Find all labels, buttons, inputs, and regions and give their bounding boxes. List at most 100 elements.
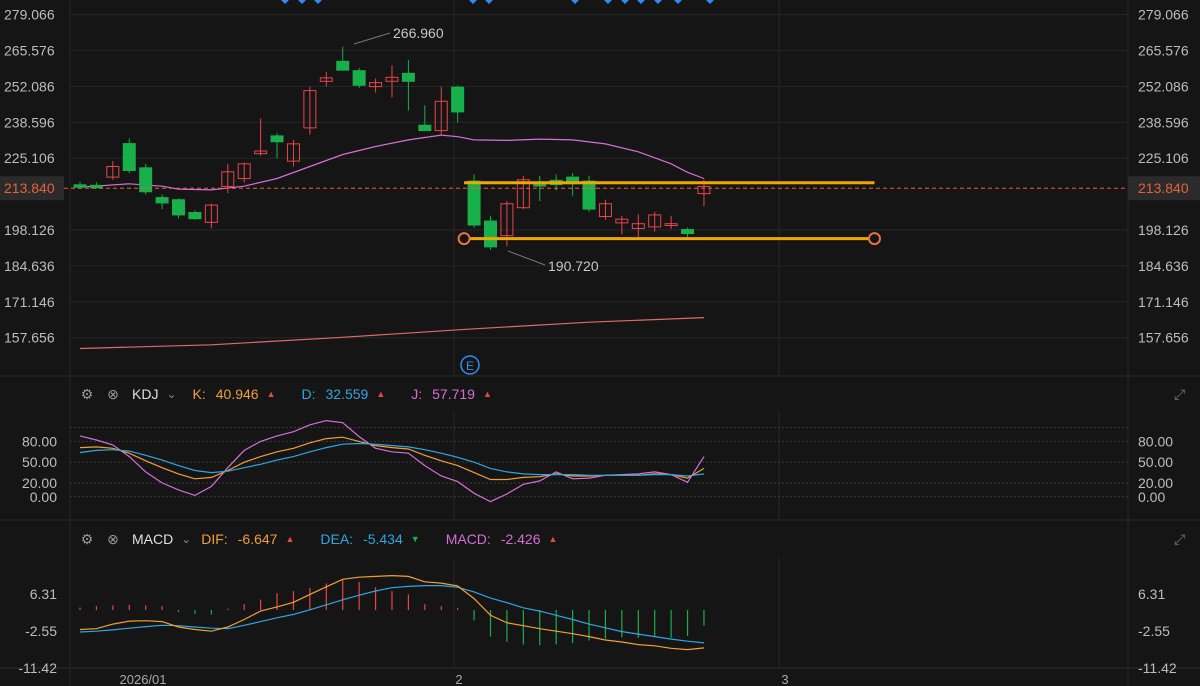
down-arrow-icon: ▼ bbox=[410, 534, 420, 544]
close-icon[interactable]: ⊗ bbox=[104, 530, 122, 548]
kdj-tick-left: 0.00 bbox=[30, 489, 57, 505]
d-label: D: bbox=[301, 386, 316, 402]
candle-body bbox=[582, 180, 596, 210]
candlesticks[interactable] bbox=[73, 46, 711, 250]
grid-lines bbox=[0, 0, 1200, 686]
signal-marker bbox=[314, 0, 322, 4]
y-tick-right: 198.126 bbox=[1138, 222, 1189, 238]
y-tick-left: 225.106 bbox=[4, 150, 55, 166]
signal-marker bbox=[654, 0, 662, 4]
kdj-tick-right: 50.00 bbox=[1138, 454, 1173, 470]
y-tick-left: 184.636 bbox=[4, 258, 55, 274]
y-tick-left: 265.576 bbox=[4, 43, 55, 59]
chevron-down-icon[interactable]: ⌄ bbox=[166, 387, 176, 401]
expand-icon[interactable]: ⤢ bbox=[1174, 386, 1192, 404]
candle-body bbox=[451, 86, 465, 113]
up-arrow-icon: ▲ bbox=[376, 389, 386, 399]
event-marker-label: E bbox=[466, 359, 474, 373]
candle-body bbox=[122, 143, 136, 171]
candle-body bbox=[484, 220, 497, 248]
kdj-header: ⚙ ⊗ KDJ ⌄ K: 40.946 ▲ D: 32.559 ▲ J: 57.… bbox=[70, 379, 1128, 409]
x-axis: 2026/01 2 3 bbox=[120, 672, 789, 686]
j-value: 57.719 bbox=[432, 386, 475, 402]
y-tick-right: 238.596 bbox=[1138, 114, 1189, 130]
kdj-tick-left: 80.00 bbox=[22, 433, 57, 449]
y-tick-left: 252.086 bbox=[4, 78, 55, 94]
up-arrow-icon: ▲ bbox=[285, 534, 295, 544]
close-icon[interactable]: ⊗ bbox=[104, 385, 122, 403]
k-value: 40.946 bbox=[215, 386, 259, 402]
indicator-name: KDJ bbox=[132, 386, 159, 402]
y-tick-right: 225.106 bbox=[1138, 150, 1189, 166]
candle-body bbox=[270, 135, 284, 143]
chart-canvas[interactable]: 279.066 279.066 265.576 265.576 252.086 252.0… bbox=[0, 0, 1200, 686]
dea-value: -5.434 bbox=[363, 531, 403, 547]
macd-tick-right: -2.55 bbox=[1138, 623, 1170, 639]
candle-body bbox=[188, 212, 202, 220]
y-tick-left: 213.840 bbox=[4, 180, 55, 196]
y-tick-right: 279.066 bbox=[1138, 7, 1189, 23]
y-tick-left: 238.596 bbox=[4, 114, 55, 130]
y-tick-right: 184.636 bbox=[1138, 258, 1189, 274]
macd-label: MACD: bbox=[445, 531, 491, 547]
k-label: K: bbox=[192, 386, 206, 402]
j-label: J: bbox=[411, 386, 423, 402]
candle-body bbox=[172, 199, 186, 216]
dea-label: DEA: bbox=[320, 531, 354, 547]
candle-body bbox=[336, 60, 350, 71]
macd-value: -2.426 bbox=[500, 531, 541, 547]
y-tick-right: 265.576 bbox=[1138, 43, 1189, 59]
macd-tick-right: 6.31 bbox=[1138, 586, 1165, 602]
expand-icon[interactable]: ⤢ bbox=[1174, 531, 1192, 549]
signal-marker bbox=[604, 0, 612, 4]
main-grid bbox=[70, 14, 1128, 339]
kdj-line-d bbox=[79, 442, 705, 477]
high-low-annotations: 266.960 190.720 bbox=[353, 25, 599, 274]
signal-marker bbox=[706, 0, 714, 4]
settings-icon[interactable]: ⚙ bbox=[78, 530, 96, 548]
macd-tick-left: -11.42 bbox=[18, 660, 57, 676]
candle-body bbox=[418, 124, 432, 132]
candle-body bbox=[155, 197, 169, 204]
channel-handle bbox=[457, 232, 471, 246]
x-label-mar: 3 bbox=[781, 672, 788, 686]
candle-body bbox=[681, 229, 695, 235]
dif-line bbox=[79, 574, 705, 651]
d-value: 32.559 bbox=[325, 386, 369, 402]
up-arrow-icon: ▲ bbox=[266, 389, 276, 399]
signal-marker bbox=[469, 0, 477, 4]
kdj-line-j bbox=[79, 419, 705, 503]
candle-body bbox=[533, 184, 547, 187]
macd-header: ⚙ ⊗ MACD ⌄ DIF: -6.647 ▲ DEA: -5.434 ▼ M… bbox=[70, 524, 1128, 554]
x-label-feb: 2 bbox=[455, 672, 462, 686]
macd-tick-left: -2.55 bbox=[25, 623, 57, 639]
candle-body bbox=[73, 184, 87, 188]
signal-marker bbox=[571, 0, 579, 4]
candle-body bbox=[352, 70, 366, 86]
y-tick-left: 157.656 bbox=[4, 330, 55, 346]
y-tick-left: 198.126 bbox=[4, 222, 55, 238]
event-marker[interactable]: E bbox=[460, 355, 480, 375]
kdj-line-k bbox=[79, 436, 705, 481]
candle-body bbox=[89, 184, 103, 189]
signal-marker bbox=[637, 0, 645, 4]
signal-marker bbox=[485, 0, 493, 4]
kdj-y-axis: 80.00 80.0050.00 50.0020.00 20.000.00 0.00 bbox=[22, 433, 1173, 504]
candle-body bbox=[401, 72, 415, 82]
signal-marker bbox=[298, 0, 306, 4]
kdj-tick-right: 0.00 bbox=[1138, 489, 1165, 505]
y-tick-left: 279.066 bbox=[4, 7, 55, 23]
settings-icon[interactable]: ⚙ bbox=[78, 385, 96, 403]
signal-marker bbox=[281, 0, 289, 4]
y-tick-right: 157.656 bbox=[1138, 330, 1189, 346]
channel-handle bbox=[867, 232, 881, 246]
signal-marker bbox=[674, 0, 682, 4]
ma-long-line bbox=[79, 317, 705, 350]
channel-drawing[interactable] bbox=[457, 181, 881, 246]
high-label: 266.960 bbox=[393, 25, 444, 41]
macd-histogram bbox=[79, 580, 705, 646]
chevron-down-icon[interactable]: ⌄ bbox=[181, 532, 191, 546]
up-arrow-icon: ▲ bbox=[548, 534, 558, 544]
signal-markers[interactable] bbox=[281, 0, 714, 4]
dif-label: DIF: bbox=[201, 531, 228, 547]
